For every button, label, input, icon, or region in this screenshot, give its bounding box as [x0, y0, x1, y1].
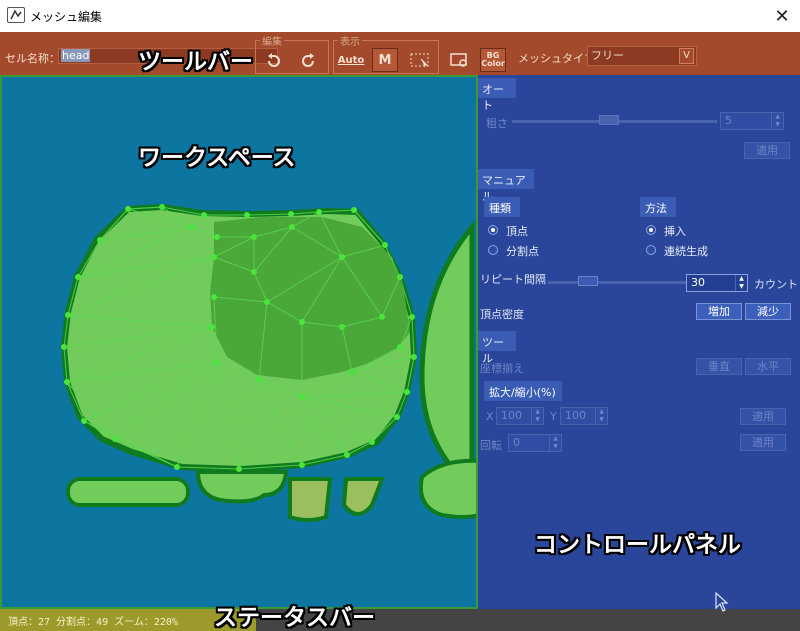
neighbor-part-blob: [419, 458, 476, 519]
rotate-value: 0: [513, 436, 520, 449]
status-bar: 頂点：27 分割点：49 ズーム：220%: [0, 609, 800, 631]
neighbor-part-mouth: [195, 470, 289, 504]
align-vertical-button[interactable]: 垂直: [696, 358, 742, 375]
neighbor-part-tooth2: [341, 477, 385, 516]
annotation-toolbar: ツールバー: [138, 49, 253, 75]
undo-icon: [268, 53, 280, 67]
kind-division-label: 分割点: [506, 245, 539, 258]
neighbor-part-tooth1: [288, 477, 333, 522]
scale-y-label: Y: [550, 410, 557, 423]
redo-button[interactable]: [295, 48, 321, 72]
kind-vertex-label: 頂点: [506, 225, 528, 238]
edit-group-title: 編集: [260, 33, 284, 48]
window-title: メッシュ編集: [30, 10, 103, 24]
auto-label: Auto: [337, 54, 365, 66]
bg-color-button[interactable]: BG Color: [480, 48, 506, 72]
title-bar: メッシュ編集 ✕: [0, 0, 800, 32]
select-area-icon: [410, 53, 429, 68]
manual-label: M: [378, 52, 392, 68]
roughness-label: 粗さ: [486, 117, 508, 130]
scale-header: 拡大/縮小(%): [484, 381, 562, 401]
auto-apply-button[interactable]: 適用: [744, 142, 790, 159]
annotation-control-panel: コントロールパネル: [534, 532, 741, 558]
method-insert-label: 挿入: [664, 225, 686, 238]
annotation-workspace: ワークスペース: [138, 145, 296, 171]
select-area-button[interactable]: [407, 48, 433, 72]
neighbor-part-bar: [66, 477, 190, 507]
mouse-cursor-icon: [715, 591, 729, 615]
repeat-interval-value: 30: [691, 276, 705, 289]
bg-sub-label: Color: [481, 59, 505, 68]
method-continuous-label: 連続生成: [664, 245, 708, 258]
manual-mesh-button[interactable]: M: [372, 48, 398, 72]
scale-apply-button[interactable]: 適用: [740, 408, 786, 425]
zoom-view-icon: [450, 53, 467, 67]
spin-arrows-icon[interactable]: ▲ ▼: [771, 113, 783, 129]
cell-name-value: head: [61, 49, 91, 62]
align-horizontal-button[interactable]: 水平: [745, 358, 791, 375]
spin-arrows-icon[interactable]: ▲ ▼: [549, 435, 561, 451]
scale-y-spinbox[interactable]: 100 ▲ ▼: [560, 407, 608, 425]
repeat-interval-slider-thumb[interactable]: [577, 276, 598, 286]
method-header: 方法: [640, 197, 676, 217]
scale-x-label: X: [486, 410, 494, 423]
align-label: 座標揃え: [480, 362, 524, 375]
neighbor-part-right: [419, 220, 475, 493]
rotate-label: 回転: [480, 439, 502, 452]
count-label: カウント: [754, 278, 798, 291]
spin-arrows-icon[interactable]: ▲ ▼: [735, 275, 747, 291]
manual-section-header[interactable]: マニュアル: [478, 169, 534, 203]
app-icon: [7, 7, 25, 23]
cell-name-label: セル名称：: [5, 52, 60, 65]
annotation-status-bar: ステータスバー: [214, 605, 375, 631]
scale-x-value: 100: [501, 409, 522, 422]
repeat-interval-label: リピート間隔: [480, 273, 546, 286]
redo-icon: [302, 53, 314, 67]
auto-section-header[interactable]: オート: [478, 78, 516, 112]
display-group-title: 表示: [338, 33, 362, 48]
method-insert-radio[interactable]: [646, 225, 656, 235]
roughness-slider-thumb[interactable]: [598, 115, 619, 125]
auto-mesh-button[interactable]: Auto: [337, 48, 365, 72]
rotate-apply-button[interactable]: 適用: [740, 434, 786, 451]
tools-section-header[interactable]: ツール: [478, 331, 516, 365]
method-continuous-radio[interactable]: [646, 245, 656, 255]
mesh-type-value: フリー: [591, 49, 624, 62]
density-increase-button[interactable]: 増加: [696, 303, 742, 320]
rotate-spinbox[interactable]: 0 ▲ ▼: [508, 434, 562, 452]
density-decrease-button[interactable]: 減少: [745, 303, 791, 320]
vertex-density-label: 頂点密度: [480, 308, 524, 321]
kind-header: 種類: [484, 197, 520, 217]
spin-arrows-icon[interactable]: ▲ ▼: [531, 408, 543, 424]
kind-vertex-radio[interactable]: [488, 225, 498, 235]
kind-division-radio[interactable]: [488, 245, 498, 255]
roughness-value: 5: [725, 114, 732, 127]
repeat-interval-spinbox[interactable]: 30 ▲ ▼: [686, 274, 748, 292]
spin-arrows-icon[interactable]: ▲ ▼: [595, 408, 607, 424]
mesh-type-select[interactable]: フリー V: [587, 46, 697, 66]
repeat-interval-slider[interactable]: [548, 281, 686, 284]
close-button[interactable]: ✕: [764, 0, 800, 32]
scale-x-spinbox[interactable]: 100 ▲ ▼: [496, 407, 544, 425]
toolbar: セル名称： head 編集 表示 Auto M BG Color メッシュタイプ…: [0, 32, 800, 75]
roughness-spinbox[interactable]: 5 ▲ ▼: [720, 112, 784, 130]
scale-y-value: 100: [565, 409, 586, 422]
zoom-view-button[interactable]: [446, 48, 472, 72]
undo-button[interactable]: [261, 48, 287, 72]
chevron-down-icon[interactable]: V: [679, 48, 694, 64]
